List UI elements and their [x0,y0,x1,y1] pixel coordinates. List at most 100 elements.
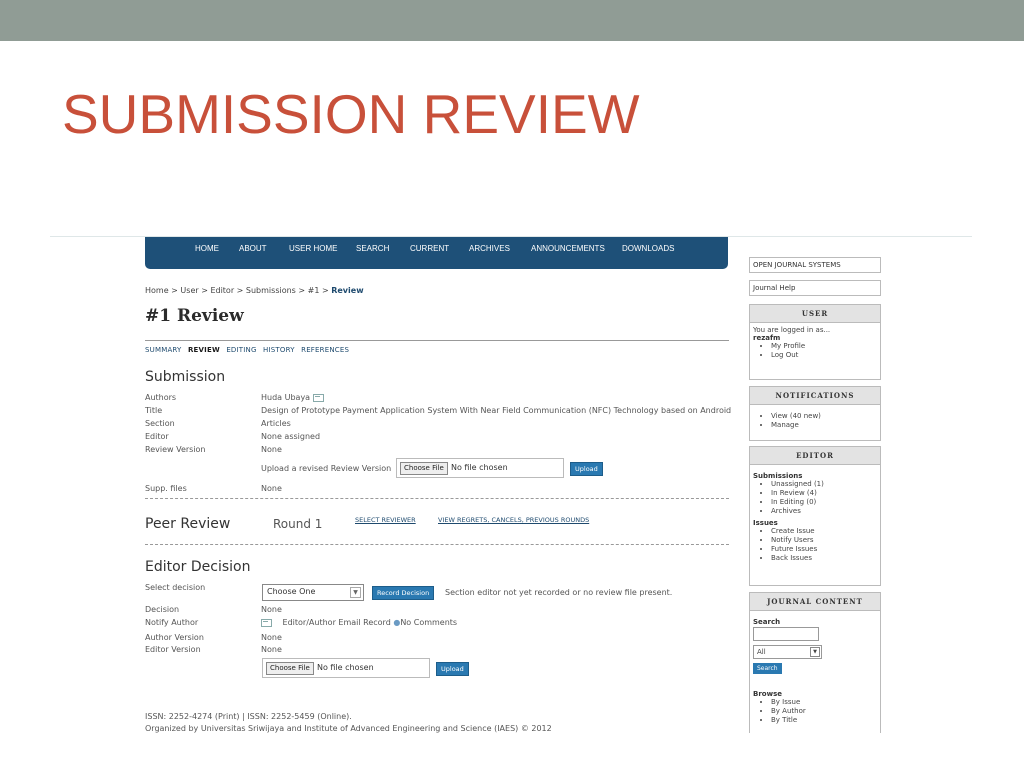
username: rezafm [753,334,781,342]
peer-review-title: Peer Review [145,516,231,532]
submissions-heading: Submissions [753,472,803,480]
main-navbar: HOME ABOUT USER HOME SEARCH CURRENT ARCH… [145,237,728,269]
notify-author-label: Notify Author [145,618,199,627]
user-block: USER You are logged in as... rezafm My P… [749,304,881,380]
nav-downloads[interactable]: DOWNLOADS [622,244,674,253]
archives-link[interactable]: Archives [771,507,877,516]
journal-content-title: JOURNAL CONTENT [750,593,880,611]
nav-user-home[interactable]: USER HOME [289,244,337,253]
upload-editor-version-button[interactable]: Upload [436,662,469,676]
footer-issn: ISSN: 2252-4274 (Print) | ISSN: 2252-545… [145,712,352,721]
nav-archives[interactable]: ARCHIVES [469,244,510,253]
editor-version-label: Editor Version [145,645,201,654]
tab-editing[interactable]: EDITING [226,346,256,354]
view-notifications-link[interactable]: View (40 new) [771,412,877,421]
tab-references[interactable]: REFERENCES [301,346,349,354]
editor-decision-title: Editor Decision [145,559,251,575]
tab-history[interactable]: HISTORY [263,346,295,354]
editor-label: Editor [145,432,169,441]
ojs-link[interactable]: OPEN JOURNAL SYSTEMS [750,258,880,272]
title-label: Title [145,406,163,415]
supp-files-label: Supp. files [145,484,187,493]
back-issues-link[interactable]: Back Issues [771,554,877,563]
decision-select[interactable]: Choose One ▼ [262,584,364,601]
nav-home[interactable]: HOME [195,244,219,253]
notifications-block-title: NOTIFICATIONS [750,387,880,405]
issues-heading: Issues [753,519,778,527]
author-version-label: Author Version [145,633,204,642]
nav-about[interactable]: ABOUT [239,244,267,253]
review-file-input[interactable]: Choose File No file chosen [396,458,564,478]
future-issues-link[interactable]: Future Issues [771,545,877,554]
unassigned-link[interactable]: Unassigned (1) [771,480,877,489]
tab-summary[interactable]: SUMMARY [145,346,182,354]
journal-content-block: JOURNAL CONTENT Search All ▼ Search Brow… [749,592,881,733]
nav-announcements[interactable]: ANNOUNCEMENTS [531,244,605,253]
submission-divider [145,498,729,499]
manage-notifications-link[interactable]: Manage [771,421,877,430]
chevron-down-icon: ▼ [810,647,820,657]
search-scope-value: All [757,648,766,656]
browse-by-issue-link[interactable]: By Issue [771,698,877,707]
section-label: Section [145,419,175,428]
decision-value: None [261,605,282,614]
review-version-value: None [261,445,282,454]
email-icon[interactable] [312,393,324,402]
view-regrets-link[interactable]: VIEW REGRETS, CANCELS, PREVIOUS ROUNDS [438,516,589,524]
log-out-link[interactable]: Log Out [771,351,877,360]
decision-select-value: Choose One [267,587,316,596]
review-version-label: Review Version [145,445,206,454]
record-decision-button[interactable]: Record Decision [372,586,435,600]
author-version-value: None [261,633,282,642]
in-editing-link[interactable]: In Editing (0) [771,498,877,507]
ojs-box: OPEN JOURNAL SYSTEMS [749,257,881,273]
browse-by-title-link[interactable]: By Title [771,716,877,725]
page-title: #1 Review [145,306,244,326]
chevron-down-icon: ▼ [350,587,361,598]
create-issue-link[interactable]: Create Issue [771,527,877,536]
heading-rule [145,340,729,341]
upload-review-button[interactable]: Upload [570,462,603,476]
notify-users-link[interactable]: Notify Users [771,536,877,545]
author-name: Huda Ubaya [261,393,311,402]
user-block-title: USER [750,305,880,323]
search-scope-select[interactable]: All ▼ [753,645,822,659]
title-value: Design of Prototype Payment Application … [261,406,732,415]
breadcrumb-current: Review [331,286,364,295]
no-comments-text: No Comments [400,618,458,627]
nav-search[interactable]: SEARCH [356,244,389,253]
email-record-link[interactable]: Editor/Author Email Record [283,618,391,627]
editor-block: EDITOR Submissions Unassigned (1) In Rev… [749,446,881,586]
search-heading: Search [753,618,781,626]
editor-block-title: EDITOR [750,447,880,465]
select-reviewer-link[interactable]: SELECT REVIEWER [355,516,416,524]
supp-files-value: None [261,484,282,493]
slide-top-bar [0,0,1024,41]
search-button[interactable]: Search [753,663,782,674]
review-subnav: SUMMARY REVIEW EDITING HISTORY REFERENCE… [145,346,353,354]
breadcrumb-path[interactable]: Home > User > Editor > Submissions > #1 … [145,286,329,295]
notifications-block: NOTIFICATIONS View (40 new) Manage [749,386,881,441]
my-profile-link[interactable]: My Profile [771,342,877,351]
decision-label: Decision [145,605,180,614]
tab-review[interactable]: REVIEW [188,346,220,354]
main-content: Home > User > Editor > Submissions > #1 … [145,280,732,740]
browse-by-author-link[interactable]: By Author [771,707,877,716]
authors-label: Authors [145,393,177,402]
choose-file-button[interactable]: Choose File [266,662,314,675]
notify-author-value: Editor/Author Email Record ●No Comments [261,618,457,627]
email-icon[interactable] [261,618,272,627]
round-label: Round 1 [273,517,323,531]
decision-note: Section editor not yet recorded or no re… [445,588,673,597]
upload-revised-label: Upload a revised Review Version [261,464,392,473]
submission-section-title: Submission [145,369,226,385]
journal-help-link[interactable]: Journal Help [750,281,880,295]
footer-organization: Organized by Universitas Sriwijaya and I… [145,724,552,733]
breadcrumb: Home > User > Editor > Submissions > #1 … [145,286,364,295]
nav-current[interactable]: CURRENT [410,244,449,253]
choose-file-button[interactable]: Choose File [400,462,448,475]
section-value: Articles [261,419,291,428]
search-input[interactable] [753,627,819,641]
editor-file-input[interactable]: Choose File No file chosen [262,658,430,678]
in-review-link[interactable]: In Review (4) [771,489,877,498]
